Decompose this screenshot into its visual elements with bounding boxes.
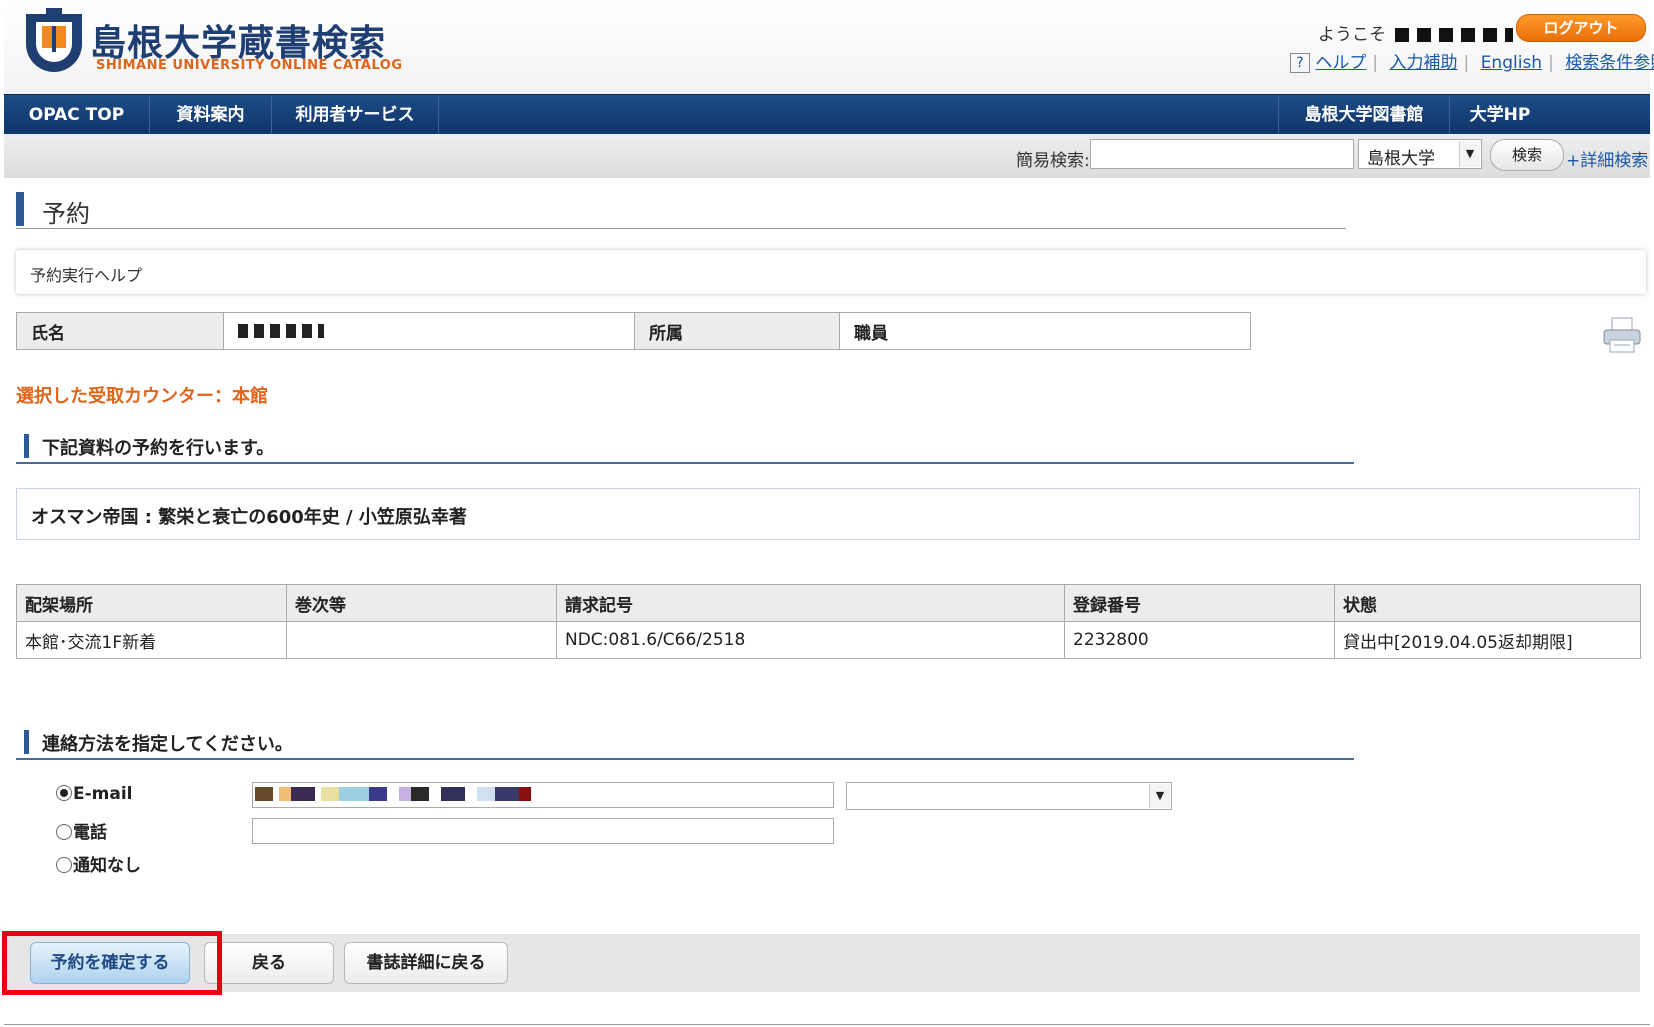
back-button[interactable]: 戻る [204,942,334,984]
col-registration-number: 登録番号 [1064,584,1335,622]
quick-search-label: 簡易検索: [1016,151,1090,171]
affiliation-label: 所属 [634,312,840,350]
page-title: 予約 [16,192,1346,229]
holdings-header-row: 配架場所 巻次等 請求記号 登録番号 状態 [16,584,1641,622]
reserve-section-title: 下記資料の予約を行います。 [42,438,275,459]
redacted-name [238,324,324,338]
quick-search-bar: 簡易検索: 島根大学 ▼ 検索 +詳細検索 [4,134,1650,178]
chevron-down-icon: ▼ [1459,141,1480,167]
help-box: 予約実行ヘルプ [16,250,1646,294]
input-assist-link[interactable]: 入力補助 [1390,53,1458,73]
radio-icon [56,857,72,873]
nav-opac-top[interactable]: OPAC TOP [4,95,150,135]
contact-section-title: 連絡方法を指定してください。 [42,734,293,755]
contact-none-radio[interactable]: 通知なし [56,851,141,876]
help-link[interactable]: ヘルプ [1315,53,1366,73]
logout-button[interactable]: ログアウト [1516,14,1646,42]
search-history-link[interactable]: 検索条件参照 [1565,53,1654,73]
main-nav: OPAC TOP 資料案内 利用者サービス 島根大学図書館 大学HP [4,94,1650,135]
holdings-table: 配架場所 巻次等 請求記号 登録番号 状態 本館･交流1F新着 NDC:081.… [16,584,1641,659]
book-title: オスマン帝国 : 繁栄と衰亡の600年史 / 小笠原弘幸著 [31,507,467,528]
name-value [223,312,635,350]
col-volume: 巻次等 [286,584,557,622]
contact-phone-label: 電話 [73,823,107,843]
page-header: 島根大学蔵書検索 SHIMANE UNIVERSITY ONLINE CATAL… [4,0,1654,94]
back-to-detail-button[interactable]: 書誌詳細に戻る [344,942,508,984]
pickup-counter-text: 選択した受取カウンター：本館 [16,386,268,407]
cell-volume [286,621,557,659]
col-location: 配架場所 [16,584,287,622]
site-subtitle: SHIMANE UNIVERSITY ONLINE CATALOG [96,58,403,73]
cell-call-number: NDC:081.6/C66/2518 [556,621,1065,659]
cell-location: 本館･交流1F新着 [16,621,287,659]
library-logo-icon [26,8,82,72]
book-title-box: オスマン帝国 : 繁栄と衰亡の600年史 / 小笠原弘幸著 [16,488,1640,540]
contact-email-radio[interactable]: E-mail [56,784,133,804]
reserve-section-header: 下記資料の予約を行います。 [16,432,1354,464]
col-status: 状態 [1334,584,1641,622]
contact-phone-radio[interactable]: 電話 [56,818,107,843]
footer-divider [4,1024,1650,1025]
welcome-prefix: ようこそ [1318,25,1386,45]
search-scope-select[interactable]: 島根大学 ▼ [1358,139,1482,169]
redacted-email [255,787,555,801]
title-accent-bar [16,192,24,226]
contact-email-label: E-mail [73,784,133,804]
utility-links: ? ヘルプ| 入力補助| English| 検索条件参照 [1290,48,1654,73]
contact-none-label: 通知なし [73,856,141,876]
email-select[interactable]: ▼ [846,782,1172,810]
contact-section-header: 連絡方法を指定してください。 [16,728,1354,760]
page-title-text: 予約 [42,200,90,228]
redacted-username [1395,28,1514,42]
search-scope-value: 島根大学 [1367,149,1435,169]
advanced-search-link[interactable]: +詳細検索 [1566,146,1648,171]
highlight-box [2,931,222,995]
col-call-number: 請求記号 [556,584,1065,622]
help-question-icon[interactable]: ? [1290,53,1310,73]
nav-university-library[interactable]: 島根大学図書館 [1278,95,1450,135]
user-info-table: 氏名 所属 職員 [16,312,1251,350]
affiliation-value: 職員 [839,312,1251,350]
nav-user-services[interactable]: 利用者サービス [272,95,439,135]
quick-search-input[interactable] [1090,139,1354,169]
reservation-help-link[interactable]: 予約実行ヘルプ [30,262,142,286]
cell-status: 貸出中[2019.04.05返却期限] [1334,621,1641,659]
name-label: 氏名 [16,312,224,350]
email-field[interactable] [252,782,834,808]
table-row: 本館･交流1F新着 NDC:081.6/C66/2518 2232800 貸出中… [16,621,1641,659]
phone-field[interactable] [252,818,834,844]
nav-university-hp[interactable]: 大学HP [1450,95,1550,135]
radio-selected-icon [56,785,72,801]
radio-icon [56,824,72,840]
cell-registration-number: 2232800 [1064,621,1335,659]
search-button[interactable]: 検索 [1490,139,1564,171]
action-bar: 予約を確定する 戻る 書誌詳細に戻る [4,934,1640,992]
printer-icon[interactable] [1602,316,1642,354]
nav-guide[interactable]: 資料案内 [150,95,272,135]
chevron-down-icon: ▼ [1149,784,1170,808]
english-link[interactable]: English [1481,53,1542,73]
